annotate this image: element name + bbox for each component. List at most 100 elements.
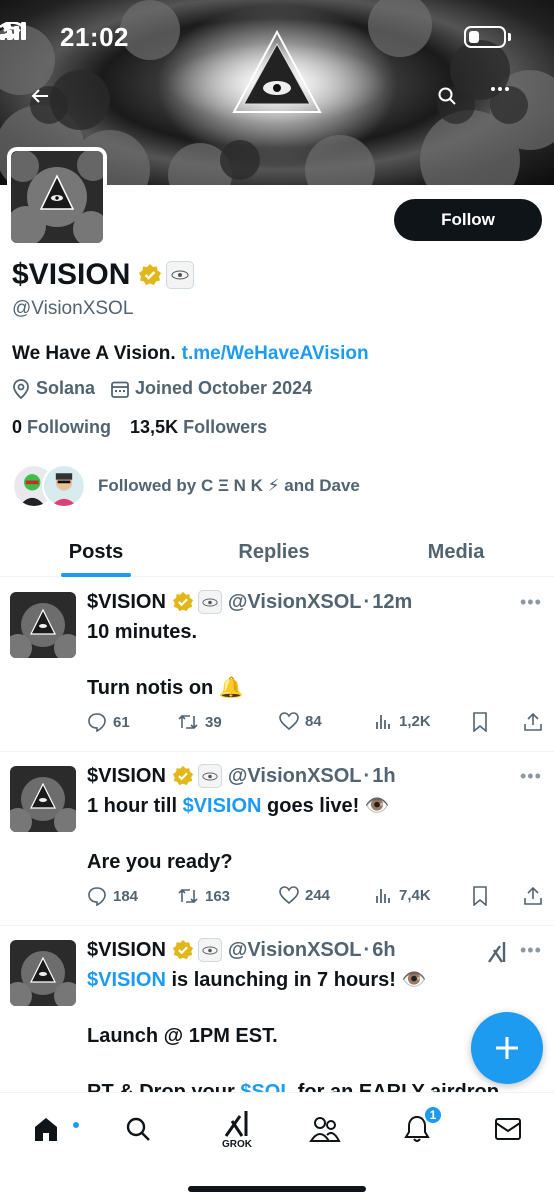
affiliate-badge-icon[interactable]	[166, 261, 195, 289]
post-text-line: Launch @ 1PM EST.	[87, 1025, 278, 1047]
follow-button[interactable]: Follow	[394, 199, 542, 241]
post-author-name[interactable]: $VISION	[87, 765, 166, 788]
views-button[interactable]: 1,2K	[375, 712, 431, 730]
more-options-button[interactable]	[490, 86, 528, 124]
like-button[interactable]: 244	[279, 886, 330, 904]
post-text: is launching in 7 hours! 👁️	[165, 969, 427, 991]
back-arrow-icon	[31, 89, 48, 103]
share-icon[interactable]	[523, 712, 543, 732]
repost-button[interactable]: 39	[177, 712, 222, 732]
profile-location: Solana	[36, 378, 96, 398]
following-count: 0	[12, 417, 23, 437]
post-time[interactable]: 12m	[372, 591, 412, 614]
bottom-navigation: GROK 1	[0, 1092, 554, 1200]
reply-button[interactable]: 184	[87, 886, 138, 906]
post-item[interactable]: $VISION @VisionXSOL · 1h ••• 1 hour till…	[0, 752, 554, 926]
views-button[interactable]: 7,4K	[375, 886, 431, 904]
affiliate-badge-icon	[197, 590, 222, 614]
nav-communities[interactable]	[295, 1109, 355, 1149]
post-item[interactable]: $VISION @VisionXSOL · 12m ••• 10 minutes…	[0, 578, 554, 752]
followed-by-text: Followed by C Ξ N K ⚡ and Dave	[98, 476, 360, 495]
verified-gold-badge-icon[interactable]	[138, 263, 162, 287]
back-button[interactable]	[30, 86, 68, 124]
post-avatar[interactable]	[10, 940, 76, 1006]
nav-messages[interactable]	[478, 1109, 538, 1149]
post-text: 1 hour till	[87, 795, 183, 817]
followers-link[interactable]: 13,5K Followers	[130, 417, 267, 437]
post-author-handle[interactable]: @VisionXSOL	[228, 939, 362, 962]
profile-tabs: Posts Replies Media	[0, 527, 554, 577]
post-text: goes live! 👁️	[261, 795, 390, 817]
wifi-icon	[0, 22, 24, 40]
post-actions: 184 163 244 7,4K	[87, 886, 547, 910]
repost-button[interactable]: 163	[177, 886, 230, 906]
views-icon	[376, 889, 390, 903]
location-pin-icon	[13, 378, 29, 399]
tab-replies[interactable]: Replies	[214, 527, 334, 577]
reply-button[interactable]: 61	[87, 712, 130, 732]
post-more-button[interactable]: •••	[520, 940, 542, 961]
post-item[interactable]: $VISION @VisionXSOL · 6h ••• $VISION is …	[0, 926, 554, 1092]
post-text-line: $VISION is launching in 7 hours! 👁️	[87, 966, 426, 995]
post-text-line: Are you ready?	[87, 851, 233, 873]
active-tab-indicator	[61, 573, 131, 577]
post-time[interactable]: 6h	[372, 939, 395, 962]
post-avatar[interactable]	[10, 592, 76, 658]
post-header: $VISION @VisionXSOL · 1h	[87, 764, 396, 788]
repost-count: 39	[205, 713, 222, 731]
post-actions: 61 39 84 1,2K	[87, 712, 547, 736]
followers-count: 13,5K	[130, 417, 179, 437]
post-header: $VISION @VisionXSOL · 12m	[87, 590, 412, 614]
following-link[interactable]: 0 Following	[12, 417, 111, 437]
share-icon[interactable]	[523, 886, 543, 906]
post-author-name[interactable]: $VISION	[87, 591, 166, 614]
followed-by-row[interactable]: Followed by C Ξ N K ⚡ and Dave	[12, 462, 360, 510]
status-time: 21:02	[60, 22, 129, 52]
bookmark-icon[interactable]	[472, 886, 488, 906]
grok-icon[interactable]	[486, 940, 510, 964]
nav-home[interactable]	[16, 1109, 80, 1149]
tab-media[interactable]: Media	[396, 527, 516, 577]
post-text: for an EARLY airdrop	[292, 1081, 499, 1092]
post-author-handle[interactable]: @VisionXSOL	[228, 591, 362, 614]
home-unread-dot	[72, 1121, 80, 1129]
post-text-line: Turn notis on 🔔	[87, 677, 244, 699]
verified-gold-badge-icon	[172, 765, 194, 786]
views-count: 1,2K	[399, 712, 431, 730]
grok-label: GROK	[222, 1139, 252, 1150]
post-more-button[interactable]: •••	[520, 592, 542, 613]
cashtag-link[interactable]: $VISION	[183, 795, 262, 817]
eye-icon	[171, 270, 189, 280]
verified-gold-badge-icon	[172, 591, 194, 612]
cashtag-link[interactable]: $SOL	[240, 1081, 292, 1092]
follow-counts: 0 Following 13,5K Followers	[12, 417, 267, 438]
reply-count: 184	[113, 887, 139, 905]
heart-icon	[279, 712, 299, 730]
profile-bio: We Have A Vision. t.me/WeHaveAVision	[12, 343, 369, 365]
compose-post-button[interactable]	[471, 1012, 543, 1084]
post-author-handle[interactable]: @VisionXSOL	[228, 765, 362, 788]
search-button[interactable]	[437, 86, 475, 124]
like-count: 244	[305, 886, 331, 904]
cashtag-link[interactable]: $VISION	[87, 969, 166, 991]
like-button[interactable]: 84	[279, 712, 322, 730]
post-author-name[interactable]: $VISION	[87, 939, 166, 962]
nav-search[interactable]	[108, 1109, 168, 1149]
nav-grok[interactable]	[207, 1103, 267, 1143]
profile-joined: Joined October 2024	[135, 378, 313, 398]
tab-posts[interactable]: Posts	[36, 527, 156, 577]
post-text-line: 1 hour till $VISION goes live! 👁️	[87, 792, 390, 821]
post-avatar[interactable]	[10, 766, 76, 832]
post-text-line: RT & Drop your $SOL for an EARLY airdrop	[87, 1078, 499, 1092]
avatar-image	[11, 151, 103, 243]
status-bar: 21:02	[0, 22, 554, 52]
post-time[interactable]: 1h	[372, 765, 395, 788]
notifications-badge: 1	[423, 1105, 443, 1125]
bio-link[interactable]: t.me/WeHaveAVision	[182, 343, 369, 364]
bio-text: We Have A Vision.	[12, 343, 176, 364]
post-more-button[interactable]: •••	[520, 766, 542, 787]
profile-avatar[interactable]	[7, 147, 107, 247]
post-text-line: 10 minutes.	[87, 621, 198, 643]
bookmark-icon[interactable]	[472, 712, 488, 732]
reply-icon	[88, 887, 106, 906]
